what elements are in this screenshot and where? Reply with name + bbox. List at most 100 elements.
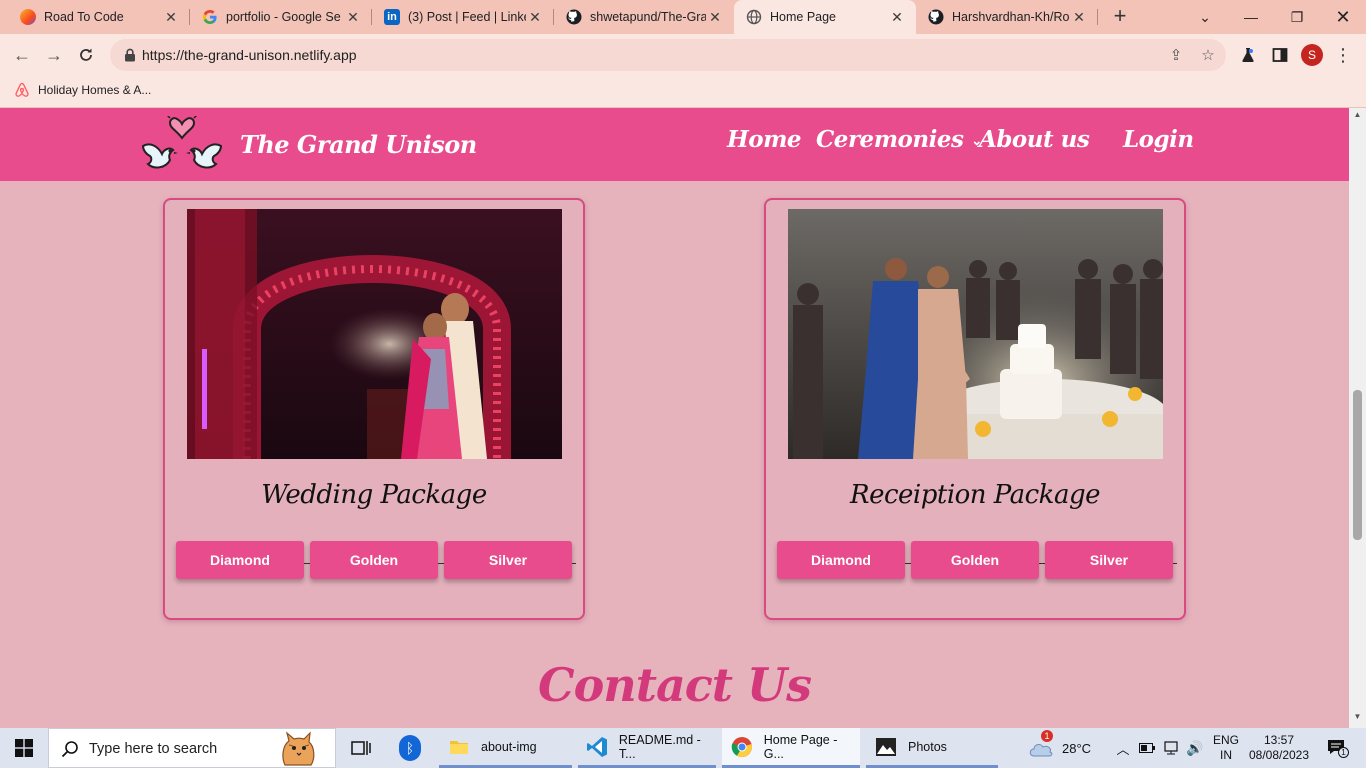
- lock-icon[interactable]: [122, 47, 138, 63]
- package-tier-buttons: Diamond Golden Silver: [777, 541, 1177, 579]
- browser-tab-title: Road To Code: [44, 10, 124, 24]
- chevron-up-icon[interactable]: ︿: [1114, 728, 1132, 768]
- nav-link-home[interactable]: Home: [727, 126, 802, 153]
- bookmark-item[interactable]: Holiday Homes & A...: [14, 82, 151, 98]
- browser-tab-active[interactable]: Home Page ✕: [734, 0, 916, 34]
- browser-tab[interactable]: in (3) Post | Feed | Linke ✕: [372, 0, 554, 34]
- taskbar-app-chrome[interactable]: Home Page - G...: [722, 728, 860, 768]
- nav-dropdown-ceremonies[interactable]: Ceremonies ⌄: [816, 126, 982, 153]
- browser-tab[interactable]: portfolio - Google Se ✕: [190, 0, 372, 34]
- taskbar-app-label: about-img: [481, 739, 537, 754]
- search-icon: [61, 741, 78, 758]
- scrollbar-thumb[interactable]: [1353, 390, 1362, 540]
- page-scrollbar[interactable]: ▲ ▼: [1349, 108, 1366, 728]
- nav-link-about[interactable]: About us: [979, 126, 1090, 153]
- weather-temperature: 28°C: [1062, 740, 1092, 756]
- notification-center-button[interactable]: 1: [1322, 728, 1352, 768]
- tab-search-chevron-icon[interactable]: ⌄: [1182, 0, 1228, 34]
- close-icon[interactable]: ✕: [706, 9, 724, 26]
- reception-photo: [788, 209, 1163, 459]
- search-highlight-cat-icon: [282, 731, 315, 766]
- github-icon: [928, 9, 944, 25]
- clock[interactable]: 13:57 08/08/2023: [1246, 728, 1312, 768]
- bluetooth-taskbar-button[interactable]: ᛒ: [397, 728, 423, 768]
- folder-icon: [447, 735, 471, 759]
- browser-tab-title: Home Page: [770, 10, 837, 24]
- new-tab-button[interactable]: +: [1108, 5, 1132, 29]
- scroll-down-arrow-icon[interactable]: ▼: [1349, 712, 1366, 726]
- side-panel-icon[interactable]: [1270, 45, 1290, 65]
- package-title: Wedding Package: [261, 480, 487, 510]
- network-icon[interactable]: [1162, 728, 1180, 768]
- windows-logo-icon: [15, 739, 33, 757]
- bluetooth-icon: ᛒ: [399, 735, 421, 761]
- restore-button[interactable]: ❐: [1274, 0, 1320, 34]
- package-tier-buttons: Diamond Golden Silver: [176, 541, 576, 579]
- globe-icon: [746, 9, 762, 25]
- close-icon[interactable]: ✕: [344, 9, 362, 26]
- weather-widget[interactable]: 1 28°C: [1028, 728, 1091, 768]
- volume-icon[interactable]: 🔊: [1186, 728, 1204, 768]
- site-navbar: The Grand Unison Home Ceremonies ⌄ About …: [0, 108, 1349, 181]
- brand-name[interactable]: The Grand Unison: [240, 130, 477, 159]
- clock-date: 08/08/2023: [1248, 748, 1310, 762]
- language-region: IN: [1220, 748, 1232, 762]
- close-icon[interactable]: ✕: [888, 9, 906, 26]
- package-title: Receiption Package: [850, 480, 1100, 510]
- airbnb-icon: [14, 82, 30, 98]
- taskbar-app-vscode[interactable]: README.md - T...: [578, 728, 716, 768]
- close-icon[interactable]: ✕: [162, 9, 180, 26]
- taskbar-app-photos[interactable]: Photos: [866, 728, 998, 768]
- search-placeholder: Type here to search: [89, 741, 218, 757]
- browser-tab[interactable]: Road To Code ✕: [0, 0, 190, 34]
- wedding-photo: [187, 209, 562, 459]
- browser-tab[interactable]: Harshvardhan-Kh/Ro ✕: [916, 0, 1098, 34]
- share-icon[interactable]: ⇪: [1166, 45, 1186, 65]
- nav-link-login[interactable]: Login: [1123, 126, 1194, 153]
- browser-tab-title: (3) Post | Feed | Linke: [408, 10, 526, 24]
- extension-flask-icon[interactable]: [1238, 45, 1258, 65]
- back-arrow-icon[interactable]: ←: [10, 43, 34, 67]
- tab-separator: [1097, 9, 1098, 25]
- silver-button[interactable]: Silver: [444, 541, 572, 579]
- close-window-button[interactable]: ✕: [1320, 0, 1366, 34]
- url-text[interactable]: https://the-grand-unison.netlify.app: [142, 47, 357, 63]
- language-indicator[interactable]: ENG IN: [1212, 728, 1240, 768]
- golden-button[interactable]: Golden: [911, 541, 1039, 579]
- clock-time: 13:57: [1263, 733, 1295, 747]
- language-code: ENG: [1212, 733, 1239, 747]
- photos-icon: [874, 735, 898, 759]
- browser-tab-title: shwetapund/The-Gra: [590, 10, 706, 24]
- taskbar-search-box[interactable]: Type here to search: [48, 728, 336, 768]
- browser-toolbar: ← → https://the-grand-unison.netlify.app…: [0, 34, 1366, 76]
- taskbar-app-label: Photos: [908, 739, 947, 754]
- task-view-button[interactable]: [347, 728, 375, 768]
- golden-button[interactable]: Golden: [310, 541, 438, 579]
- diamond-button[interactable]: Diamond: [176, 541, 304, 579]
- forward-arrow-icon[interactable]: →: [42, 43, 66, 67]
- browser-tab-title: portfolio - Google Se: [226, 10, 341, 24]
- diamond-button[interactable]: Diamond: [777, 541, 905, 579]
- silver-button[interactable]: Silver: [1045, 541, 1173, 579]
- notification-icon: 1: [1327, 739, 1349, 758]
- browser-tab[interactable]: shwetapund/The-Gra ✕: [554, 0, 734, 34]
- doves-heart-logo[interactable]: [140, 116, 224, 176]
- browser-tab-bar: Road To Code ✕ portfolio - Google Se ✕ i…: [0, 0, 1366, 34]
- close-icon[interactable]: ✕: [1070, 9, 1088, 26]
- windows-start-button[interactable]: [0, 728, 48, 768]
- more-menu-icon[interactable]: ⋮: [1333, 45, 1353, 65]
- bookmarks-bar: Holiday Homes & A...: [0, 76, 1366, 108]
- taskbar-app-about-img[interactable]: about-img: [439, 728, 572, 768]
- task-view-icon: [349, 736, 373, 760]
- scroll-up-arrow-icon[interactable]: ▲: [1349, 110, 1366, 124]
- taskbar-app-label: Home Page - G...: [763, 732, 838, 761]
- minimize-button[interactable]: —: [1228, 0, 1274, 34]
- profile-avatar[interactable]: S: [1301, 44, 1323, 66]
- address-bar[interactable]: https://the-grand-unison.netlify.app ⇪ ☆: [110, 39, 1226, 71]
- battery-icon[interactable]: [1138, 728, 1156, 768]
- reload-icon[interactable]: [74, 43, 98, 67]
- bookmark-star-icon[interactable]: ☆: [1198, 45, 1218, 65]
- nav-link-ceremonies: Ceremonies: [816, 126, 964, 153]
- close-icon[interactable]: ✕: [526, 9, 544, 26]
- package-card-reception: Receiption Package Diamond Golden Silver: [764, 198, 1186, 620]
